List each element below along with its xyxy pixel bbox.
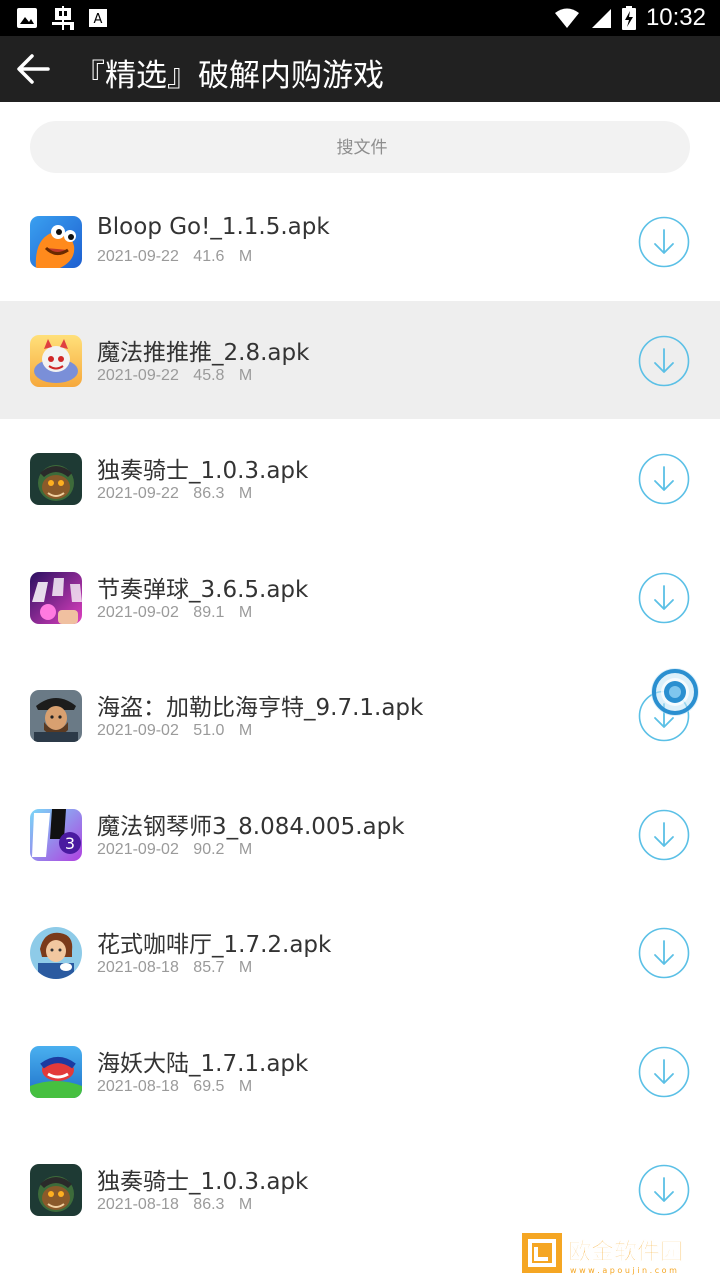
list-item[interactable]: Bloop Go!_1.1.5.apk 2021-09-22 41.6 M [0,182,720,301]
download-button[interactable] [638,1046,690,1098]
battery-charging-icon [621,6,636,30]
list-item[interactable]: 魔法推推推_2.8.apk 2021-09-22 45.8 M [0,300,720,419]
file-meta: 2021-09-22 45.8 M [97,367,252,385]
file-size: 86.3 M [193,1196,253,1213]
file-meta: 2021-08-18 85.7 M [97,959,252,977]
back-button[interactable] [10,45,58,93]
image-icon [17,8,37,28]
download-icon [638,216,690,268]
file-date: 2021-09-22 [97,248,179,265]
file-size: 89.1 M [193,603,253,621]
app-bar: 『精选』破解内购游戏 [0,36,720,102]
target-icon [651,668,699,716]
file-list: Bloop Go!_1.1.5.apk 2021-09-22 41.6 M 魔法… [0,182,720,1249]
download-icon [638,572,690,623]
file-name: 独奏骑士_1.0.3.apk [97,1169,309,1195]
search-input[interactable] [30,121,694,175]
cafe-icon [30,927,82,979]
file-size: 85.7 M [193,959,253,976]
file-name: 节奏弹球_3.6.5.apk [97,576,309,603]
file-meta: 2021-09-22 86.3 M [97,485,252,503]
list-item[interactable]: 独奏骑士_1.0.3.apk 2021-09-22 86.3 M [0,419,720,538]
list-item[interactable]: 海盗：加勒比海亨特_9.7.1.apk 2021-09-02 51.0 M [0,656,720,775]
svg-text:3: 3 [65,834,75,853]
bug-icon [52,6,74,30]
file-date: 2021-08-18 [97,1196,179,1213]
file-meta: 2021-08-18 86.3 M [97,1196,252,1214]
solo-knight-icon [30,453,82,505]
file-meta: 2021-09-02 51.0 M [97,722,252,740]
download-button[interactable] [638,453,690,505]
font-icon: A [89,9,107,27]
file-date: 2021-09-22 [97,366,179,384]
floating-touch-button[interactable] [649,666,701,718]
status-bar: A 10:32 [0,0,720,36]
file-name: 魔法推推推_2.8.apk [97,339,310,366]
arrow-left-icon [17,54,50,84]
magic-push-icon [30,334,82,387]
file-date: 2021-09-22 [97,485,179,502]
download-button[interactable] [638,572,690,624]
file-name: 魔法钢琴师3_8.084.005.apk [97,813,405,840]
file-meta: 2021-08-18 69.5 M [97,1078,252,1096]
file-date: 2021-09-02 [97,722,179,739]
list-item[interactable]: 海妖大陆_1.7.1.apk 2021-08-18 69.5 M [0,1012,720,1131]
file-size: 41.6 M [193,248,253,265]
file-date: 2021-08-18 [97,959,179,976]
list-item[interactable]: 3 魔法钢琴师3_8.084.005.apk 2021-09-02 90.2 M [0,775,720,894]
download-icon [638,1164,690,1216]
download-button[interactable] [638,335,690,387]
file-name: 海盗：加勒比海亨特_9.7.1.apk [97,695,424,721]
list-item[interactable]: 节奏弹球_3.6.5.apk 2021-09-02 89.1 M [0,538,720,657]
watermark-url: w w w . a p o u j i n . c o m [570,1266,677,1275]
watermark-logo: 欧金软件园 w w w . a p o u j i n . c o m [520,1231,716,1277]
download-icon [638,927,690,979]
list-item[interactable]: 花式咖啡厅_1.7.2.apk 2021-08-18 85.7 M [0,893,720,1012]
download-icon [638,809,690,860]
download-icon [638,335,690,386]
file-size: 45.8 M [193,366,253,384]
magic-piano-icon: 3 [30,808,82,861]
file-meta: 2021-09-22 41.6 M [97,248,252,266]
download-icon [638,453,690,505]
file-size: 90.2 M [193,840,253,858]
svg-text:A: A [94,12,103,27]
file-date: 2021-09-02 [97,840,179,858]
download-icon [638,1046,690,1097]
signal-icon [591,9,611,28]
file-meta: 2021-09-02 89.1 M [97,604,252,622]
download-button[interactable] [638,809,690,861]
search-bar[interactable] [30,121,694,175]
file-date: 2021-08-18 [97,1077,179,1095]
file-name: 独奏骑士_1.0.3.apk [97,458,309,484]
file-name: Bloop Go!_1.1.5.apk [97,214,330,240]
file-size: 69.5 M [193,1077,253,1095]
file-size: 51.0 M [193,722,253,739]
status-time: 10:32 [645,4,706,31]
file-name: 花式咖啡厅_1.7.2.apk [97,932,332,958]
sea-monster-icon [30,1045,82,1098]
page-title: 『精选』破解内购游戏 [74,58,384,94]
download-button[interactable] [638,927,690,979]
file-size: 86.3 M [193,485,253,502]
rhythm-ball-icon [30,571,82,624]
wifi-icon [554,8,579,28]
watermark-text: 欧金软件园 [568,1238,683,1265]
file-date: 2021-09-02 [97,603,179,621]
file-meta: 2021-09-02 90.2 M [97,841,252,859]
download-button[interactable] [638,216,690,268]
solo-knight-icon [30,1164,82,1216]
bloop-go-icon [30,216,82,268]
download-button[interactable] [638,1164,690,1216]
pirate-icon [30,690,82,742]
file-name: 海妖大陆_1.7.1.apk [97,1050,309,1077]
